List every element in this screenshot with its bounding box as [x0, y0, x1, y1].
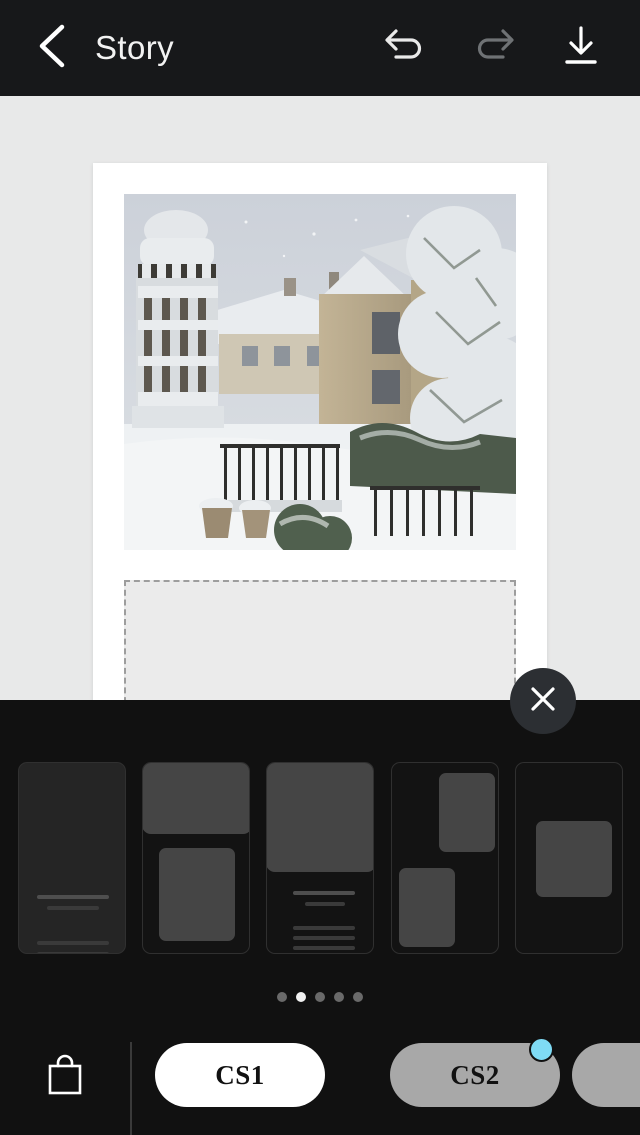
- thumb-heading-line: [37, 895, 109, 899]
- style-bottom-bar: CS1 CS2 C: [0, 1026, 640, 1135]
- style-pill-cs2[interactable]: CS2: [390, 1037, 560, 1107]
- redo-icon: [472, 28, 516, 69]
- new-badge-dot: [529, 1037, 554, 1062]
- template-thumb-text-only[interactable]: [18, 762, 126, 954]
- thumb-body-line: [37, 952, 109, 953]
- download-icon: [559, 24, 603, 73]
- story-page-card[interactable]: [93, 163, 547, 700]
- thumb-body-line: [293, 936, 355, 940]
- style-pill-label: CS1: [215, 1059, 265, 1090]
- shopping-bag-icon: [44, 1052, 86, 1103]
- pagination-dot-active[interactable]: [296, 992, 306, 1002]
- style-pill-cs3[interactable]: C: [572, 1043, 640, 1107]
- template-thumbnail-strip[interactable]: [0, 762, 640, 954]
- style-pill-label: CS2: [450, 1059, 500, 1090]
- pagination-dot[interactable]: [277, 992, 287, 1002]
- thumb-subheading-line: [305, 902, 345, 906]
- style-pill-rail[interactable]: CS1 CS2 C: [155, 1026, 640, 1135]
- undo-icon: [383, 28, 427, 69]
- toolbar-divider: [130, 1042, 132, 1135]
- template-thumb-image-top-card-bottom[interactable]: [142, 762, 250, 954]
- template-thumb-single-centered-block[interactable]: [515, 762, 623, 954]
- template-panel: CS1 CS2 C: [0, 700, 640, 1135]
- thumb-image-block: [399, 868, 455, 947]
- pagination-dot[interactable]: [353, 992, 363, 1002]
- app-header: Story: [0, 0, 640, 96]
- template-thumb-image-top-text-bottom[interactable]: [266, 762, 374, 954]
- close-panel-button[interactable]: [510, 668, 576, 734]
- story-editor-screen: Story CS1 CS2: [0, 0, 640, 1135]
- pagination-dots: [0, 992, 640, 1002]
- photo-slot[interactable]: [124, 194, 516, 550]
- thumb-image-block: [267, 763, 373, 872]
- pagination-dot[interactable]: [334, 992, 344, 1002]
- close-icon: [526, 682, 560, 721]
- chevron-left-icon: [35, 22, 69, 75]
- download-button[interactable]: [553, 20, 609, 76]
- snow-scene-photo: [124, 194, 516, 550]
- thumb-heading-line: [293, 891, 355, 895]
- thumb-image-block: [159, 848, 235, 941]
- template-thumb-two-offset-blocks[interactable]: [391, 762, 499, 954]
- back-button[interactable]: [24, 20, 80, 76]
- thumb-image-block: [439, 773, 495, 852]
- style-pill-cs1[interactable]: CS1: [155, 1043, 325, 1107]
- thumb-image-block: [536, 821, 612, 897]
- page-title: Story: [95, 29, 175, 66]
- thumb-body-line: [293, 946, 355, 950]
- text-placeholder-slot[interactable]: [124, 580, 516, 700]
- thumb-image-block: [143, 763, 249, 834]
- thumb-body-line: [293, 926, 355, 930]
- shop-button[interactable]: [36, 1048, 94, 1106]
- undo-button[interactable]: [377, 20, 433, 76]
- redo-button[interactable]: [466, 20, 522, 76]
- story-canvas[interactable]: [0, 96, 640, 700]
- thumb-subheading-line: [47, 906, 99, 910]
- pagination-dot[interactable]: [315, 992, 325, 1002]
- thumb-body-line: [37, 941, 109, 945]
